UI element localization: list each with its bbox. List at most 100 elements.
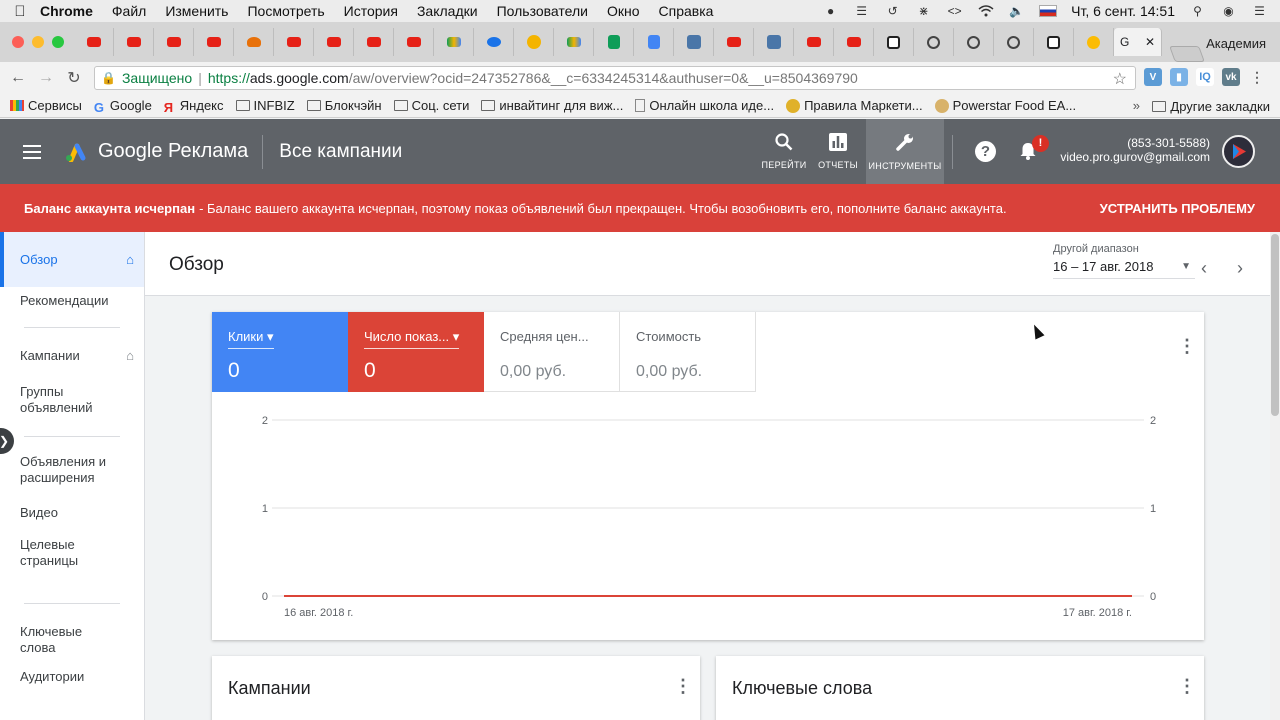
sidebar-item-campaigns[interactable]: Кампании ⌂ [0,328,144,368]
campaigns-more-options-icon[interactable]: ⋮ [674,676,692,697]
spotlight-search-icon[interactable]: ⚲ [1189,4,1206,18]
tab-youtube[interactable] [834,28,874,56]
tab-coin[interactable] [514,28,554,56]
bookmark-star-icon[interactable]: ☆ [1113,69,1127,89]
card-more-options-icon[interactable]: ⋮ [1178,336,1196,357]
bookmark-folder-blockchain[interactable]: Блокчэйн [306,98,382,113]
tab-youtube[interactable] [394,28,434,56]
input-language-flag-icon[interactable] [1039,5,1058,17]
bookmark-services[interactable]: Сервисы [10,98,82,113]
sidebar-item-keywords[interactable]: Ключевые слова [0,604,144,662]
bookmark-yandex[interactable]: Я Яндекс [164,98,224,115]
tab-youtube[interactable] [714,28,754,56]
tab-youtube[interactable] [74,28,114,56]
close-tab-icon[interactable]: ✕ [1145,35,1155,49]
brand-name[interactable]: Google Реклама [98,140,248,163]
tag-extension-icon[interactable]: ▮ [1170,68,1188,86]
bookmark-folder-social[interactable]: Соц. сети [393,98,469,113]
tab-youtube[interactable] [314,28,354,56]
next-period-chevron-icon[interactable]: › [1237,258,1243,279]
sidebar-item-landing-pages[interactable]: Целевые страницы [0,537,144,585]
tab-docs[interactable] [634,28,674,56]
tab-youtube[interactable] [354,28,394,56]
tab-circle[interactable] [954,28,994,56]
account-scope-title[interactable]: Все кампании [279,141,402,163]
tab-cloud[interactable] [474,28,514,56]
tab-z[interactable] [1034,28,1074,56]
account-info[interactable]: (853-301-5588) video.pro.gurov@gmail.com [1060,136,1210,164]
metric-cost[interactable]: Стоимость 0,00 руб. [620,312,756,392]
menu-window[interactable]: Окно [607,3,640,19]
new-tab-button[interactable] [1169,46,1205,62]
apple-icon[interactable]:  [0,3,40,20]
volume-icon[interactable]: 🔈 [1008,4,1025,18]
notification-center-icon[interactable]: ☰ [1251,4,1268,18]
reports-button[interactable]: ОТЧЕТЫ [816,119,860,184]
tab-youtube[interactable] [194,28,234,56]
hamburger-menu-icon[interactable] [0,150,64,153]
tab-vk[interactable] [754,28,794,56]
metric-avg-cpc[interactable]: Средняя цен... 0,00 руб. [484,312,620,392]
tab-z[interactable] [874,28,914,56]
menu-history[interactable]: История [344,3,398,19]
profile-name[interactable]: Академия [1206,36,1266,51]
minimize-window-button[interactable] [32,36,44,48]
url-input[interactable]: 🔒 Защищено | https://ads.google.com/aw/o… [94,66,1136,90]
sidebar-item-video[interactable]: Видео [0,497,144,537]
back-icon[interactable]: ← [4,69,32,87]
tab-hand[interactable] [1074,28,1114,56]
menu-view[interactable]: Посмотреть [247,3,324,19]
forward-icon[interactable]: → [32,69,60,87]
metric-impressions-label[interactable]: Число показ... ▾ [364,329,460,349]
menu-help[interactable]: Справка [659,3,714,19]
tools-button[interactable]: ИНСТРУМЕНТЫ [866,119,944,184]
tab-youtube[interactable] [154,28,194,56]
tab-youtube[interactable] [274,28,314,56]
metric-clicks[interactable]: Клики ▾ 0 [212,312,348,392]
wifi-icon[interactable] [977,4,994,18]
bookmark-folder-infbiz[interactable]: INFBIZ [235,98,295,113]
tab-circle[interactable] [994,28,1034,56]
tab-youtube[interactable] [794,28,834,56]
bookmark-google[interactable]: G Google [94,98,152,115]
tab-flame[interactable] [234,28,274,56]
sidebar-item-audiences[interactable]: Аудитории [0,662,144,692]
tab-drive[interactable] [554,28,594,56]
sidebar-item-recommendations[interactable]: Рекомендации [0,287,144,323]
v-extension-icon[interactable]: V [1144,68,1162,86]
tab-sheets[interactable] [594,28,634,56]
page-scrollbar[interactable] [1270,232,1280,720]
drive-status-icon[interactable]: ☰ [853,4,870,18]
previous-period-chevron-icon[interactable]: ‹ [1201,258,1207,279]
tab-drive[interactable] [434,28,474,56]
tab-youtube[interactable] [114,28,154,56]
tab-blue-square[interactable] [674,28,714,56]
menu-app-name[interactable]: Chrome [40,3,93,19]
more-bookmarks-chevron-icon[interactable]: » [1133,98,1140,113]
chrome-menu-icon[interactable]: ⋮ [1248,68,1266,86]
clock[interactable]: Чт, 6 сент. 14:51 [1071,3,1175,19]
help-icon[interactable]: ? [975,141,996,162]
menu-edit[interactable]: Изменить [165,3,228,19]
menu-file[interactable]: Файл [112,3,146,19]
metric-impressions[interactable]: Число показ... ▾ 0 [348,312,484,392]
lock-icon[interactable]: 🔒 [101,71,116,85]
date-range-picker[interactable]: Другой диапазон 16 – 17 авг. 2018 ▼ [1053,243,1195,279]
bookmark-powerstar[interactable]: Powerstar Food EA... [934,98,1076,113]
bluetooth-icon[interactable]: ⋇ [915,4,932,18]
keywords-more-options-icon[interactable]: ⋮ [1178,676,1196,697]
bookmark-online-school[interactable]: Онлайн школа иде... [635,98,774,113]
metric-clicks-label[interactable]: Клики ▾ [228,329,274,349]
close-window-button[interactable] [12,36,24,48]
date-range-value[interactable]: 16 – 17 авг. 2018 ▼ [1053,259,1195,279]
go-to-button[interactable]: ПЕРЕЙТИ [762,119,806,184]
menu-bookmarks[interactable]: Закладки [417,3,478,19]
iq-extension-icon[interactable]: IQ [1196,68,1214,86]
vk-extension-icon[interactable]: vk [1222,68,1240,86]
reload-icon[interactable]: ↻ [60,68,88,88]
avatar[interactable] [1222,135,1255,168]
menu-users[interactable]: Пользователи [497,3,588,19]
sidebar-item-overview[interactable]: Обзор ⌂ [0,232,144,287]
siri-icon[interactable]: ◉ [1220,4,1237,18]
scrollbar-thumb[interactable] [1271,234,1279,416]
